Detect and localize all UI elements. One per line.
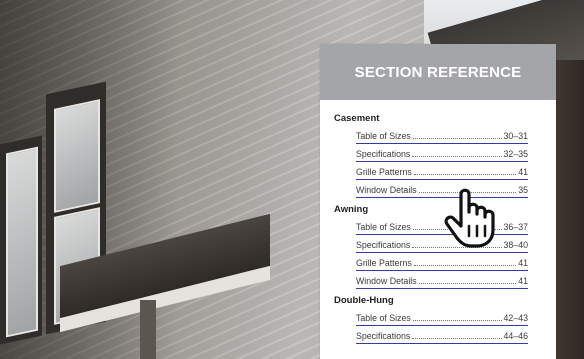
dot-leader — [413, 174, 517, 175]
link-label: Grille Patterns — [356, 258, 412, 268]
section-reference-panel: SECTION REFERENCE Casement Table of Size… — [320, 44, 556, 359]
dot-leader — [412, 138, 502, 139]
window-pane-left — [6, 146, 38, 338]
group-casement: Casement Table of Sizes 30–31 Specificat… — [320, 112, 556, 198]
link-awning-grille-patterns[interactable]: Grille Patterns 41 — [356, 253, 528, 271]
link-label: Specifications — [356, 331, 411, 341]
window-pane-right-upper — [54, 99, 100, 213]
page-number: 38–40 — [503, 240, 528, 250]
panel-title: SECTION REFERENCE — [320, 44, 556, 100]
support-post — [140, 300, 156, 359]
link-awning-table-of-sizes[interactable]: Table of Sizes 36–37 — [356, 217, 528, 235]
group-awning: Awning Table of Sizes 36–37 Specificatio… — [320, 203, 556, 289]
link-label: Window Details — [356, 185, 417, 195]
page-number: 35 — [518, 185, 528, 195]
link-casement-window-details[interactable]: Window Details 35 — [356, 180, 528, 198]
page-number: 41 — [518, 258, 528, 268]
link-awning-window-details[interactable]: Window Details 41 — [356, 271, 528, 289]
link-label: Grille Patterns — [356, 167, 412, 177]
link-label: Specifications — [356, 149, 411, 159]
dot-leader — [413, 265, 517, 266]
link-double-hung-table-of-sizes[interactable]: Table of Sizes 42–43 — [356, 308, 528, 326]
page-number: 30–31 — [503, 131, 528, 141]
link-label: Table of Sizes — [356, 222, 411, 232]
link-casement-specifications[interactable]: Specifications 32–35 — [356, 144, 528, 162]
page-number: 36–37 — [503, 222, 528, 232]
link-casement-grille-patterns[interactable]: Grille Patterns 41 — [356, 162, 528, 180]
group-title-awning: Awning — [334, 204, 369, 215]
dot-leader — [418, 192, 517, 193]
dot-leader — [412, 320, 502, 321]
page-number: 41 — [518, 167, 528, 177]
dot-leader — [412, 247, 502, 248]
group-double-hung: Double-Hung Table of Sizes 42–43 Specifi… — [320, 294, 556, 344]
dot-leader — [412, 229, 502, 230]
link-awning-specifications[interactable]: Specifications 38–40 — [356, 235, 528, 253]
dot-leader — [412, 338, 502, 339]
group-title-casement: Casement — [334, 113, 380, 124]
link-casement-table-of-sizes[interactable]: Table of Sizes 30–31 — [356, 126, 528, 144]
link-double-hung-specifications[interactable]: Specifications 44–46 — [356, 326, 528, 344]
link-label: Table of Sizes — [356, 131, 411, 141]
page-number: 44–46 — [503, 331, 528, 341]
link-label: Window Details — [356, 276, 417, 286]
dot-leader — [412, 156, 502, 157]
page-number: 41 — [518, 276, 528, 286]
link-label: Table of Sizes — [356, 313, 411, 323]
group-title-double-hung: Double-Hung — [334, 295, 394, 306]
page-number: 42–43 — [503, 313, 528, 323]
page-number: 32–35 — [503, 149, 528, 159]
link-label: Specifications — [356, 240, 411, 250]
dot-leader — [418, 283, 517, 284]
